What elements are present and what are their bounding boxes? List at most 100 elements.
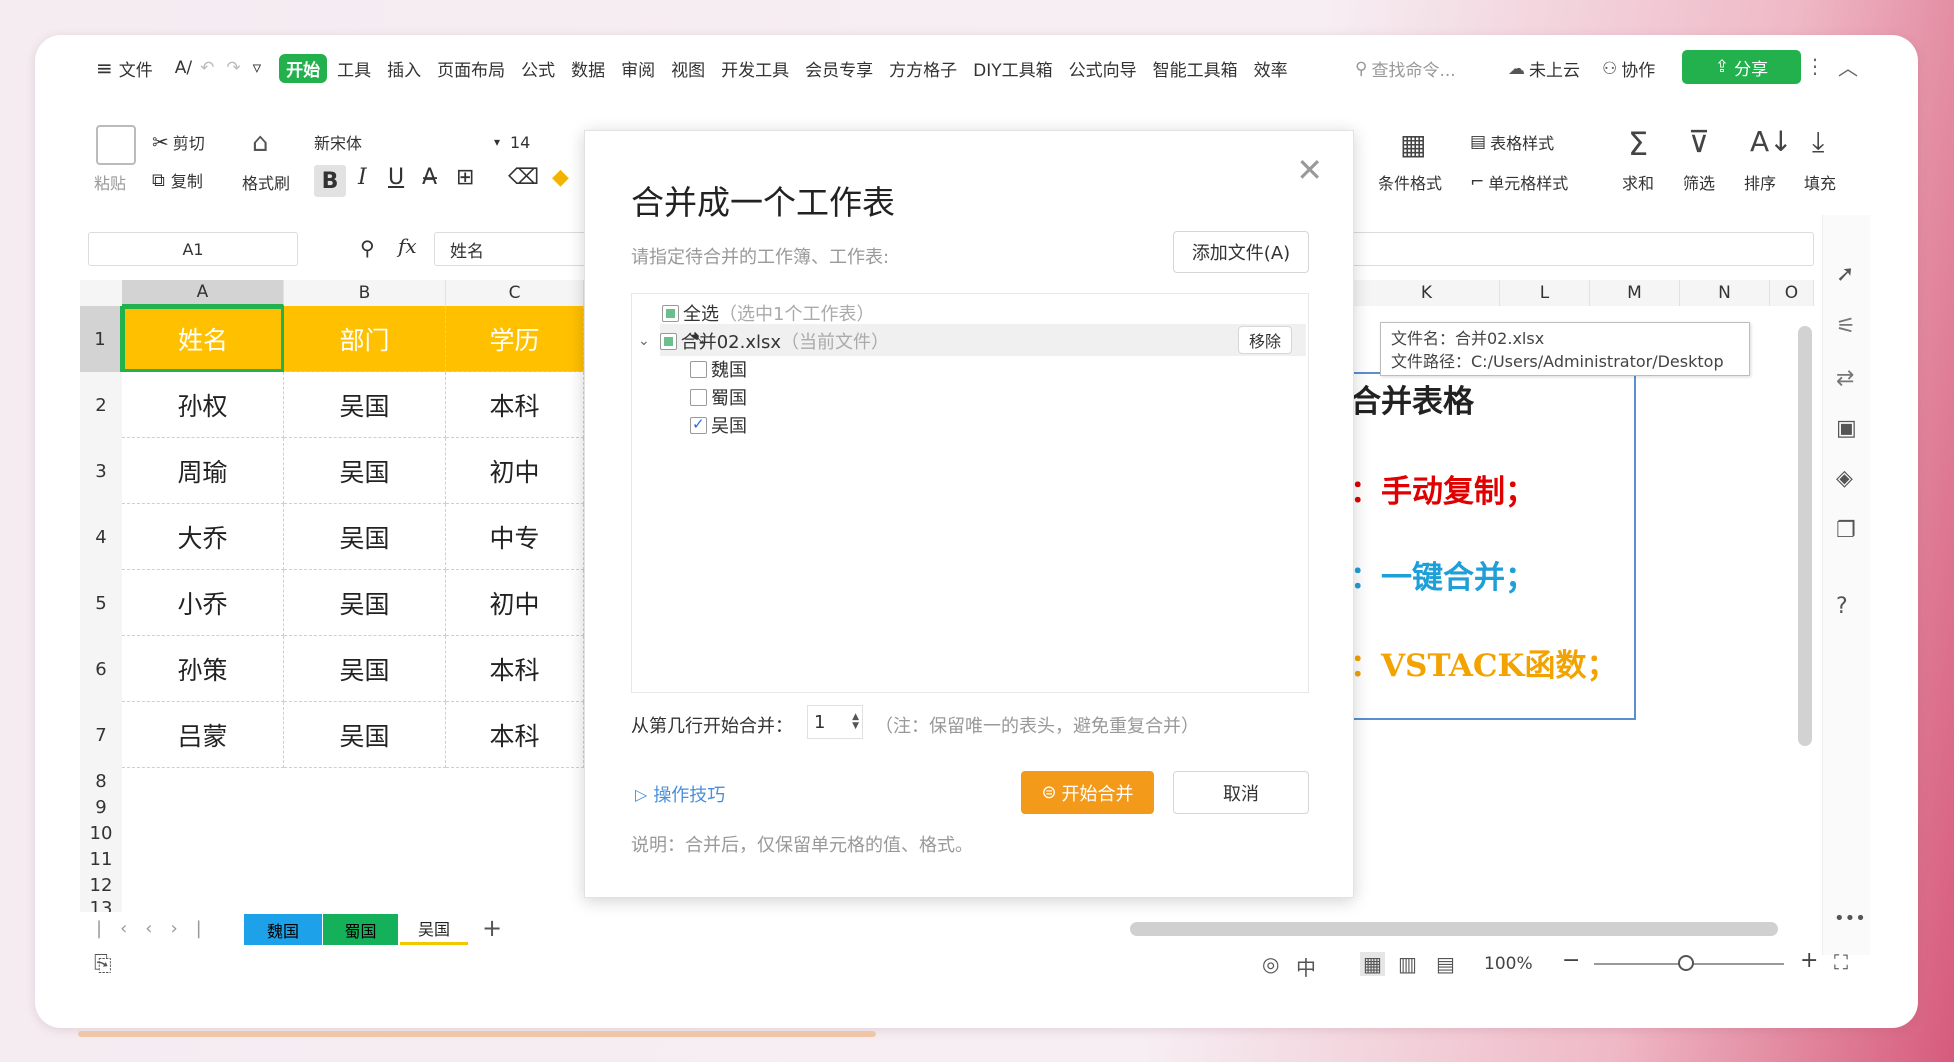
sheet-tab-wu[interactable]: 吴国 <box>400 914 468 945</box>
bold-button[interactable]: B <box>314 165 346 197</box>
collab-button[interactable]: ⚇ 协作 <box>1602 56 1655 82</box>
table-cell[interactable]: 吴国 <box>284 570 446 636</box>
more-options-icon[interactable]: ••• <box>1834 908 1866 929</box>
settings-sliders-icon[interactable]: ⚟ <box>1836 314 1856 339</box>
column-header-n[interactable]: N <box>1680 280 1770 306</box>
column-header-k[interactable]: K <box>1354 280 1500 306</box>
conditional-format-label[interactable]: 条件格式 <box>1378 170 1442 194</box>
font-name-select[interactable]: 新宋体 ▾ <box>314 128 500 156</box>
column-header-b[interactable]: B <box>284 280 446 306</box>
file-checkbox[interactable] <box>659 332 677 350</box>
table-cell[interactable]: 周瑜 <box>122 438 284 504</box>
filter-label[interactable]: 筛选 <box>1683 170 1715 194</box>
undo-icon[interactable]: ↶ <box>200 58 214 78</box>
sheet-checkbox[interactable] <box>690 388 707 406</box>
cancel-button[interactable]: 取消 <box>1173 771 1309 814</box>
table-cell[interactable]: 大乔 <box>122 504 284 570</box>
tab-fangfang[interactable]: 方方格子 <box>889 56 957 81</box>
book-icon[interactable]: ❐ <box>1836 518 1856 543</box>
conditional-format-icon[interactable]: ▦ <box>1400 128 1426 161</box>
sheet-checkbox[interactable] <box>690 360 707 378</box>
tab-developer[interactable]: 开发工具 <box>721 56 789 81</box>
tab-insert[interactable]: 插入 <box>387 56 421 81</box>
format-icon[interactable]: A/ <box>175 58 192 78</box>
table-cell[interactable]: 初中 <box>446 570 584 636</box>
row-header[interactable]: 10 <box>80 820 122 846</box>
tab-page-layout[interactable]: 页面布局 <box>437 56 505 81</box>
stepper-arrows-icon[interactable]: ▲ ▼ <box>852 713 859 731</box>
chevron-down-icon[interactable]: ⌄ <box>638 333 650 349</box>
transform-icon[interactable]: ⇄ <box>1836 366 1854 391</box>
collapse-ribbon-icon[interactable]: ︿ <box>1838 52 1858 81</box>
zoom-level[interactable]: 100% <box>1484 954 1533 974</box>
row-header[interactable]: 7 <box>80 702 122 768</box>
fullscreen-icon[interactable]: ⛶ <box>1834 950 1848 974</box>
sheet-checkbox[interactable] <box>690 415 707 434</box>
sum-icon[interactable]: Σ <box>1628 125 1648 163</box>
add-sheet-icon[interactable]: + <box>482 914 502 942</box>
fill-label[interactable]: 填充 <box>1804 170 1836 194</box>
sort-icon[interactable]: A↓ <box>1750 125 1793 158</box>
add-file-button[interactable]: 添加文件(A) <box>1173 231 1309 273</box>
table-cell[interactable]: 本科 <box>446 372 584 438</box>
select-all-corner[interactable] <box>80 280 122 306</box>
cell-style-button[interactable]: ⌐ 单元格样式 <box>1470 170 1568 194</box>
row-header[interactable]: 5 <box>80 570 122 636</box>
start-merge-button[interactable]: ⊜ 开始合并 <box>1021 771 1154 814</box>
redo-icon[interactable]: ↷ <box>226 58 240 78</box>
table-cell[interactable]: 初中 <box>446 438 584 504</box>
font-size-select[interactable]: 14 <box>510 128 580 156</box>
tab-efficiency[interactable]: 效率 <box>1254 56 1288 81</box>
strikethrough-icon[interactable]: A̶ <box>422 165 437 190</box>
zoom-formula-icon[interactable]: ⚲ <box>360 236 375 260</box>
tab-member[interactable]: 会员专享 <box>805 56 873 81</box>
paste-icon[interactable] <box>96 125 136 165</box>
zoom-in-icon[interactable]: + <box>1800 948 1818 973</box>
tab-formula-wizard[interactable]: 公式向导 <box>1069 56 1137 81</box>
row-header[interactable]: 9 <box>80 794 122 820</box>
page-layout-view-icon[interactable]: ▥ <box>1398 952 1417 976</box>
menu-file[interactable]: 文件 <box>119 56 153 81</box>
input-method-icon[interactable]: 中 <box>1296 952 1316 981</box>
table-header-cell[interactable]: 部门 <box>284 306 446 372</box>
underline-button[interactable]: U <box>388 165 404 190</box>
sheet-item-wei[interactable]: 魏国 <box>690 356 747 382</box>
table-cell[interactable]: 吴国 <box>284 504 446 570</box>
remove-button[interactable]: 移除 <box>1238 326 1292 354</box>
table-style-button[interactable]: ▤ 表格样式 <box>1470 130 1554 154</box>
zoom-out-icon[interactable]: − <box>1562 948 1580 973</box>
row-header[interactable]: 1 <box>80 306 122 372</box>
help-icon[interactable]: ? <box>1836 594 1848 619</box>
border-icon[interactable]: ⊞ <box>456 165 474 190</box>
sum-label[interactable]: 求和 <box>1622 170 1654 194</box>
location-icon[interactable]: ◈ <box>1836 466 1853 491</box>
column-header-m[interactable]: M <box>1590 280 1680 306</box>
column-header-c[interactable]: C <box>446 280 584 306</box>
table-header-cell[interactable]: 姓名 <box>122 306 284 372</box>
share-button[interactable]: ⇪ 分享 <box>1682 50 1801 84</box>
tips-link[interactable]: ▷ 操作技巧 <box>635 781 725 807</box>
zoom-slider-handle[interactable] <box>1678 955 1694 971</box>
table-cell[interactable]: 吴国 <box>284 702 446 768</box>
tab-start[interactable]: 开始 <box>279 53 328 83</box>
row-header[interactable]: 13 <box>80 898 122 912</box>
tab-data[interactable]: 数据 <box>571 56 605 81</box>
copy-button[interactable]: ⧉ 复制 <box>152 168 203 192</box>
page-break-view-icon[interactable]: ▤ <box>1436 952 1455 976</box>
table-cell[interactable]: 孙策 <box>122 636 284 702</box>
horizontal-scrollbar[interactable] <box>1130 922 1778 936</box>
table-cell[interactable]: 中专 <box>446 504 584 570</box>
sheet-tab-wei[interactable]: 魏国 <box>244 914 322 945</box>
filter-icon[interactable]: ⊽ <box>1688 125 1710 160</box>
paste-label[interactable]: 粘贴 <box>94 170 126 194</box>
start-row-stepper[interactable]: 1 ▲ ▼ <box>807 705 863 739</box>
table-cell[interactable]: 小乔 <box>122 570 284 636</box>
sort-label[interactable]: 排序 <box>1744 170 1776 194</box>
row-header[interactable]: 12 <box>80 872 122 898</box>
row-header[interactable]: 4 <box>80 504 122 570</box>
quick-access-dropdown-icon[interactable]: ▿ <box>253 58 262 78</box>
cell-reference-box[interactable]: A1 <box>88 232 298 266</box>
table-cell[interactable]: 吴国 <box>284 372 446 438</box>
select-all-row[interactable]: 全选 （选中1个工作表） <box>662 300 874 326</box>
clear-format-icon[interactable]: ⌫ <box>508 165 539 190</box>
